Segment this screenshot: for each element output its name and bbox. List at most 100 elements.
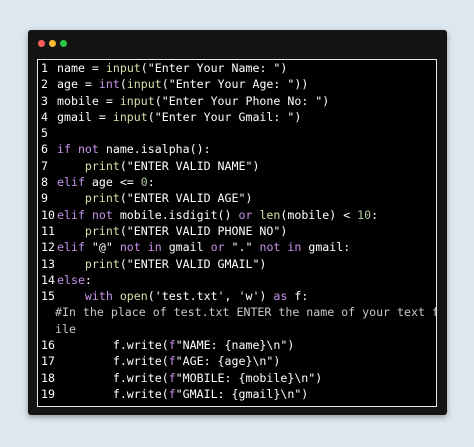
code-token: input	[105, 61, 141, 75]
code-token: as	[273, 289, 288, 304]
code-line: 18 f.write(f"MOBILE: {mobile}\n")	[38, 370, 436, 386]
code-token: age =	[57, 77, 99, 92]
code-token: elif not	[57, 207, 113, 222]
code-line: 6 if not name.isalpha():	[38, 141, 436, 157]
code-text: f.write(f"AGE: {age}\n")	[57, 354, 281, 369]
code-text: f.write(f"MOBILE: {mobile}\n")	[57, 371, 322, 385]
code-text: elif age <= 0:	[57, 175, 155, 189]
line-number: 14	[41, 272, 55, 287]
code-editor[interactable]: 1 name = input("Enter Your Name: ") 2 age =…	[37, 59, 437, 407]
code-token: f.write(	[57, 338, 169, 353]
close-dot-icon[interactable]	[38, 40, 45, 47]
code-token: gmail:	[301, 240, 351, 255]
code-token: len	[259, 207, 281, 222]
line-number: 7	[41, 158, 48, 173]
code-line: 12 elif "@" not in gmail or "." not in gm…	[38, 239, 436, 255]
line-number: 5	[41, 126, 48, 141]
code-token: "GMAIL: {gmail}\n")	[175, 386, 309, 401]
code-line: 15 with open('test.txt', 'w') as f:	[38, 288, 436, 304]
code-comment-line: ile	[38, 321, 436, 337]
code-token: else	[57, 272, 85, 287]
line-number: 13	[41, 256, 55, 271]
line-number: 8	[41, 175, 48, 190]
code-token: mobile.isdigit()	[112, 207, 239, 222]
code-line: 19 f.write(f"GMAIL: {gmail}\n")	[38, 386, 436, 402]
code-token: print	[57, 191, 120, 206]
code-token: ("ENTER VALID GMAIL")	[119, 256, 267, 271]
line-number: 11	[41, 223, 55, 238]
comment-text: ile	[55, 321, 76, 336]
line-number: 3	[41, 93, 48, 108]
line-number: 2	[41, 77, 48, 92]
minimize-dot-icon[interactable]	[49, 40, 56, 47]
code-line: 5	[38, 125, 436, 141]
line-number: 15	[41, 289, 55, 304]
code-token: :	[147, 175, 155, 190]
code-token: (	[119, 77, 127, 92]
code-token: (mobile) <	[280, 207, 358, 222]
code-token: if not	[57, 142, 99, 157]
maximize-dot-icon[interactable]	[60, 40, 67, 47]
line-number: 17	[41, 354, 55, 369]
code-token: input	[112, 109, 148, 124]
code-token: ("Enter Your Gmail: ")	[147, 109, 302, 124]
code-text: name = input("Enter Your Name: ")	[57, 61, 287, 75]
code-token: input	[119, 93, 155, 108]
code-token: f.write(	[57, 386, 169, 401]
code-token: age <=	[84, 175, 141, 190]
code-token: mobile =	[57, 93, 120, 108]
code-text: else:	[57, 273, 92, 287]
line-number: 16	[41, 338, 55, 353]
code-token: open	[119, 289, 148, 304]
code-token: 0	[140, 175, 148, 190]
code-token: "MOBILE: {mobile}\n")	[175, 370, 323, 385]
code-token: ("ENTER VALID NAME")	[119, 158, 260, 173]
code-line: 14 else:	[38, 272, 436, 288]
code-text: elif "@" not in gmail or "." not in gmai…	[57, 240, 350, 254]
code-token: int	[98, 77, 120, 92]
code-token: or	[238, 207, 253, 222]
line-number: 4	[41, 109, 48, 124]
code-token: print	[57, 223, 120, 238]
code-text: mobile = input("Enter Your Phone No: ")	[57, 94, 329, 108]
code-line: 13 print("ENTER VALID GMAIL")	[38, 256, 436, 272]
code-line: 2 age = int(input("Enter Your Age: "))	[38, 76, 436, 92]
code-lines: 1 name = input("Enter Your Name: ") 2 age =…	[38, 60, 436, 402]
code-token: or	[210, 240, 225, 255]
code-line: 4 gmail = input("Enter Your Gmail: ")	[38, 109, 436, 125]
code-line: 10 elif not mobile.isdigit() or len(mobil…	[38, 207, 436, 223]
code-token: not in	[119, 240, 162, 255]
code-text: print("ENTER VALID GMAIL")	[57, 256, 267, 271]
code-text: gmail = input("Enter Your Gmail: ")	[57, 110, 301, 124]
code-comment-line: #In the place of test.txt ENTER the name…	[38, 304, 436, 320]
code-token: f	[168, 338, 176, 353]
line-number: 19	[41, 386, 55, 401]
line-number: 18	[41, 370, 55, 385]
line-number: 10	[41, 207, 55, 222]
code-text: f.write(f"NAME: {name}\n")	[57, 338, 295, 353]
code-text: age = int(input("Enter Your Age: "))	[57, 77, 308, 91]
code-token: ("Enter Your Age: "))	[161, 77, 309, 92]
code-token: f	[168, 354, 176, 369]
code-line: 8 elif age <= 0:	[38, 174, 436, 190]
line-number: 9	[41, 191, 48, 206]
code-token: ("ENTER VALID PHONE NO")	[119, 223, 288, 238]
code-token: "AGE: {age}\n")	[175, 354, 281, 369]
code-token: ('test.txt', 'w')	[147, 289, 274, 304]
line-number: 12	[41, 240, 55, 255]
code-line: 1 name = input("Enter Your Name: ")	[38, 60, 436, 76]
code-token: :	[84, 272, 92, 287]
line-number: 6	[41, 142, 48, 157]
code-token: with	[84, 289, 113, 304]
code-text: print("ENTER VALID NAME")	[57, 158, 260, 173]
code-token: ("Enter Your Name: ")	[140, 61, 288, 75]
code-token: f	[168, 370, 176, 385]
code-line: 16 f.write(f"NAME: {name}\n")	[38, 337, 436, 353]
code-token: print	[57, 158, 120, 173]
window-controls	[38, 40, 67, 47]
code-text: with open('test.txt', 'w') as f:	[57, 289, 308, 303]
code-token: f:	[287, 289, 309, 304]
code-token: "NAME: {name}\n")	[175, 338, 295, 353]
